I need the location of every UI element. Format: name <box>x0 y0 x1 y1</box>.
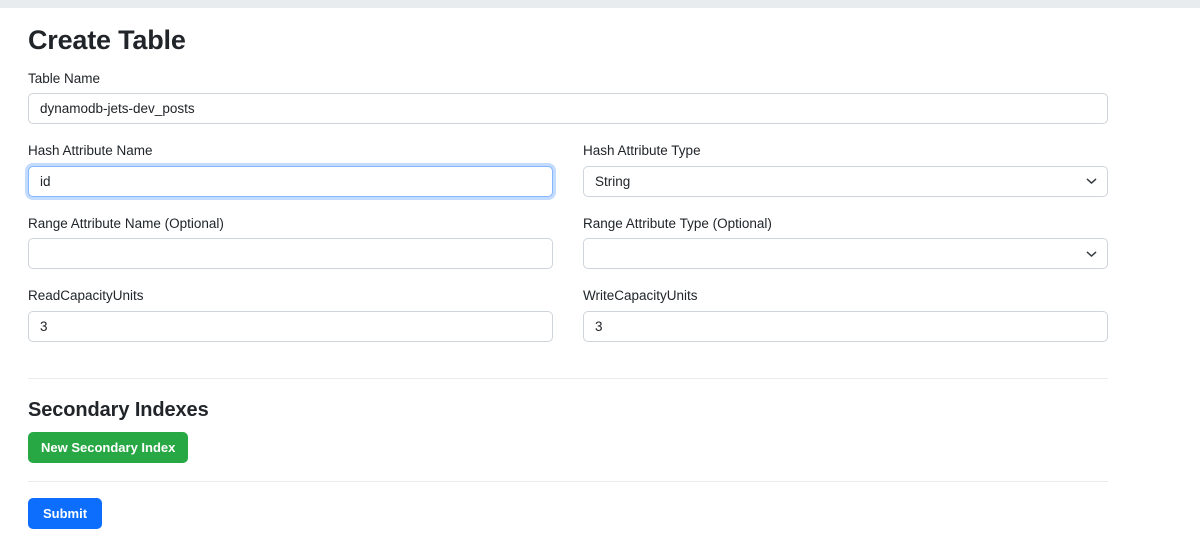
field-hash-attribute-type: Hash Attribute Type <box>583 142 1108 197</box>
label-read-capacity-units: ReadCapacityUnits <box>28 288 144 304</box>
form-row-capacity-units: ReadCapacityUnits WriteCapacityUnits <box>28 287 1172 360</box>
submit-button[interactable]: Submit <box>28 497 103 529</box>
label-range-attribute-type: Range Attribute Type (Optional) <box>583 215 772 231</box>
submit-wrap: Submit <box>28 497 1172 529</box>
field-write-capacity-units: WriteCapacityUnits <box>583 287 1108 342</box>
form-row-table-name: Table Name <box>28 70 1172 143</box>
hash-attribute-type-select[interactable] <box>583 165 1108 197</box>
form-col-hash-attribute-name: Hash Attribute Name <box>28 142 553 215</box>
create-table-page: Create Table Table Name Hash Attribute N… <box>0 25 1200 529</box>
label-hash-attribute-type: Hash Attribute Type <box>583 143 701 159</box>
create-table-form: Table Name Hash Attribute Name Hash Attr… <box>28 70 1172 529</box>
page-title: Create Table <box>28 25 186 55</box>
field-hash-attribute-name: Hash Attribute Name <box>28 142 553 197</box>
label-write-capacity-units: WriteCapacityUnits <box>583 288 698 304</box>
divider-above-submit <box>28 480 1108 482</box>
read-capacity-units-input[interactable] <box>28 310 553 342</box>
divider-above-secondary-indexes <box>28 377 1108 379</box>
form-row-hash-attribute: Hash Attribute Name Hash Attribute Type <box>28 142 1172 215</box>
form-col-hash-attribute-type: Hash Attribute Type <box>583 142 1108 215</box>
new-secondary-index-button[interactable]: New Secondary Index <box>28 431 189 463</box>
form-col-range-attribute-name: Range Attribute Name (Optional) <box>28 215 553 288</box>
form-row-range-attribute: Range Attribute Name (Optional) Range At… <box>28 215 1172 288</box>
label-table-name: Table Name <box>28 70 101 86</box>
form-col-table-name: Table Name <box>28 70 1108 143</box>
label-range-attribute-name: Range Attribute Name (Optional) <box>28 215 224 231</box>
label-hash-attribute-name: Hash Attribute Name <box>28 143 153 159</box>
form-col-write-capacity: WriteCapacityUnits <box>583 287 1108 360</box>
field-range-attribute-name: Range Attribute Name (Optional) <box>28 215 553 270</box>
write-capacity-units-input[interactable] <box>583 310 1108 342</box>
field-table-name: Table Name <box>28 70 1108 125</box>
secondary-indexes-title: Secondary Indexes <box>28 398 209 421</box>
field-read-capacity-units: ReadCapacityUnits <box>28 287 553 342</box>
range-attribute-name-input[interactable] <box>28 238 553 270</box>
range-attribute-type-select-wrap <box>583 238 1108 270</box>
form-col-read-capacity: ReadCapacityUnits <box>28 287 553 360</box>
table-name-input[interactable] <box>28 93 1108 125</box>
field-range-attribute-type: Range Attribute Type (Optional) <box>583 215 1108 270</box>
range-attribute-type-select[interactable] <box>583 238 1108 270</box>
hash-attribute-name-input[interactable] <box>28 165 553 197</box>
top-strip <box>0 0 1200 8</box>
hash-attribute-type-select-wrap <box>583 165 1108 197</box>
form-col-range-attribute-type: Range Attribute Type (Optional) <box>583 215 1108 288</box>
